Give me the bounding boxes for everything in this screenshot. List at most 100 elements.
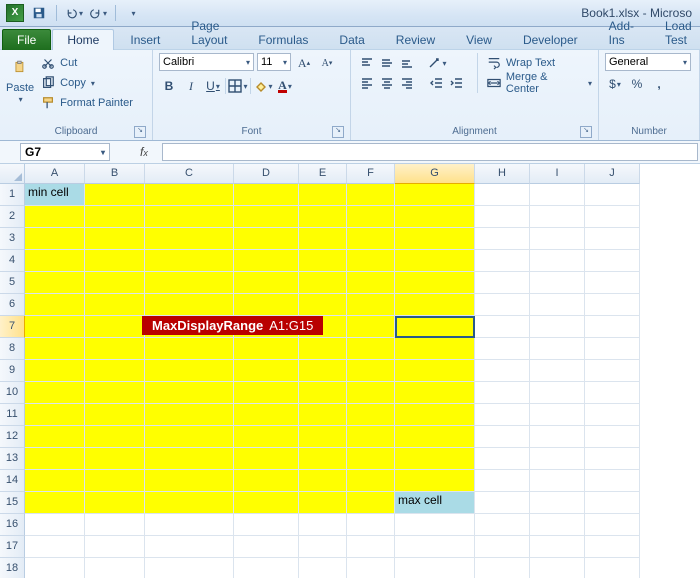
cell-D14[interactable] <box>234 470 299 492</box>
cell-C12[interactable] <box>145 426 234 448</box>
select-all-corner[interactable] <box>0 164 25 184</box>
cell-A3[interactable] <box>25 228 85 250</box>
tab-load-test[interactable]: Load Test <box>650 15 700 50</box>
cell-E1[interactable] <box>299 184 347 206</box>
cell-A10[interactable] <box>25 382 85 404</box>
cell-A1[interactable]: min cell <box>25 184 85 206</box>
cell-F10[interactable] <box>347 382 395 404</box>
cell-F8[interactable] <box>347 338 395 360</box>
merge-center-button[interactable]: Merge & Center▾ <box>486 73 592 93</box>
cell-A9[interactable] <box>25 360 85 382</box>
cell-I3[interactable] <box>530 228 585 250</box>
cell-D6[interactable] <box>234 294 299 316</box>
cell-B14[interactable] <box>85 470 145 492</box>
cell-G8[interactable] <box>395 338 475 360</box>
cell-B16[interactable] <box>85 514 145 536</box>
cell-A4[interactable] <box>25 250 85 272</box>
cell-F13[interactable] <box>347 448 395 470</box>
cell-D1[interactable] <box>234 184 299 206</box>
cell-C3[interactable] <box>145 228 234 250</box>
cell-G15[interactable]: max cell <box>395 492 475 514</box>
col-header-G[interactable]: G <box>395 164 475 184</box>
cell-I18[interactable] <box>530 558 585 578</box>
cell-G2[interactable] <box>395 206 475 228</box>
cell-F18[interactable] <box>347 558 395 578</box>
wrap-text-button[interactable]: Wrap Text <box>486 53 592 73</box>
cell-E4[interactable] <box>299 250 347 272</box>
cell-C14[interactable] <box>145 470 234 492</box>
cell-J6[interactable] <box>585 294 640 316</box>
cell-G7[interactable] <box>395 316 475 338</box>
cell-B17[interactable] <box>85 536 145 558</box>
cell-I2[interactable] <box>530 206 585 228</box>
cell-E15[interactable] <box>299 492 347 514</box>
cell-F6[interactable] <box>347 294 395 316</box>
row-header-13[interactable]: 13 <box>0 448 25 470</box>
cell-H11[interactable] <box>475 404 530 426</box>
cell-G17[interactable] <box>395 536 475 558</box>
cell-A15[interactable] <box>25 492 85 514</box>
row-header-11[interactable]: 11 <box>0 404 25 426</box>
cell-F2[interactable] <box>347 206 395 228</box>
cell-D18[interactable] <box>234 558 299 578</box>
row-header-8[interactable]: 8 <box>0 338 25 360</box>
cell-F14[interactable] <box>347 470 395 492</box>
redo-icon[interactable]: ▾ <box>89 4 107 22</box>
cell-I10[interactable] <box>530 382 585 404</box>
row-header-9[interactable]: 9 <box>0 360 25 382</box>
cell-G11[interactable] <box>395 404 475 426</box>
worksheet-grid[interactable]: ABCDEFGHIJ 123456789101112131415161718 m… <box>0 164 700 578</box>
paste-button[interactable]: Paste▾ <box>6 53 34 105</box>
cell-E10[interactable] <box>299 382 347 404</box>
formula-input[interactable] <box>162 143 698 161</box>
cell-A11[interactable] <box>25 404 85 426</box>
cell-J15[interactable] <box>585 492 640 514</box>
cell-E18[interactable] <box>299 558 347 578</box>
name-box[interactable]: G7▾ <box>20 143 110 161</box>
cell-H2[interactable] <box>475 206 530 228</box>
cell-B4[interactable] <box>85 250 145 272</box>
cell-A7[interactable] <box>25 316 85 338</box>
cell-I17[interactable] <box>530 536 585 558</box>
cell-C10[interactable] <box>145 382 234 404</box>
tab-file[interactable]: File <box>2 29 51 50</box>
cell-H18[interactable] <box>475 558 530 578</box>
cell-J8[interactable] <box>585 338 640 360</box>
row-header-6[interactable]: 6 <box>0 294 25 316</box>
cell-I5[interactable] <box>530 272 585 294</box>
cell-J11[interactable] <box>585 404 640 426</box>
cell-I1[interactable] <box>530 184 585 206</box>
cell-J10[interactable] <box>585 382 640 404</box>
cell-B7[interactable] <box>85 316 145 338</box>
cell-D12[interactable] <box>234 426 299 448</box>
row-header-12[interactable]: 12 <box>0 426 25 448</box>
cell-C15[interactable] <box>145 492 234 514</box>
cell-A2[interactable] <box>25 206 85 228</box>
cell-A5[interactable] <box>25 272 85 294</box>
cell-H6[interactable] <box>475 294 530 316</box>
row-header-18[interactable]: 18 <box>0 558 25 578</box>
row-header-4[interactable]: 4 <box>0 250 25 272</box>
cell-A17[interactable] <box>25 536 85 558</box>
row-header-3[interactable]: 3 <box>0 228 25 250</box>
cell-D16[interactable] <box>234 514 299 536</box>
accounting-format-button[interactable]: $▾ <box>605 74 625 94</box>
cell-C11[interactable] <box>145 404 234 426</box>
cell-G3[interactable] <box>395 228 475 250</box>
align-center-icon[interactable] <box>377 73 397 93</box>
tab-add-ins[interactable]: Add-Ins <box>594 15 649 50</box>
cell-A12[interactable] <box>25 426 85 448</box>
cell-B2[interactable] <box>85 206 145 228</box>
cell-B11[interactable] <box>85 404 145 426</box>
cell-B5[interactable] <box>85 272 145 294</box>
cell-G14[interactable] <box>395 470 475 492</box>
cell-I4[interactable] <box>530 250 585 272</box>
cell-E17[interactable] <box>299 536 347 558</box>
cell-J5[interactable] <box>585 272 640 294</box>
percent-format-button[interactable]: % <box>627 74 647 94</box>
cell-G4[interactable] <box>395 250 475 272</box>
cell-B12[interactable] <box>85 426 145 448</box>
cell-B8[interactable] <box>85 338 145 360</box>
row-header-10[interactable]: 10 <box>0 382 25 404</box>
cell-G9[interactable] <box>395 360 475 382</box>
